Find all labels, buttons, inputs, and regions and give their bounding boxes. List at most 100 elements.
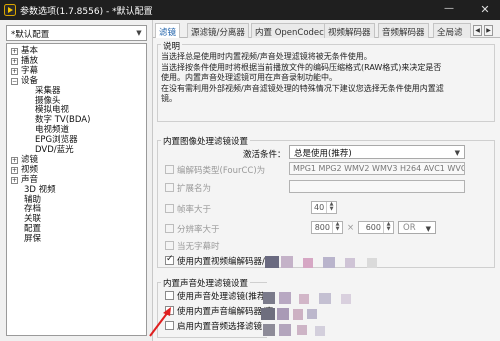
tree-expand-icon[interactable]: +	[11, 67, 18, 75]
blur-block	[261, 308, 275, 320]
tree-collapse-icon[interactable]: −	[11, 77, 18, 85]
tab-label: 源滤镜/分离器	[191, 28, 245, 38]
tree-item[interactable]: − 设备	[11, 76, 38, 86]
use-video-decoder-checkbox[interactable]	[165, 254, 174, 265]
framerate-checkbox[interactable]	[165, 204, 174, 213]
window-title: 参数选项(1.7.8556) - *默认配置	[20, 7, 153, 17]
blur-block	[319, 293, 331, 304]
tree-item[interactable]: 数字 TV(BDA)	[35, 115, 90, 125]
audio-opt2-label: 使用内置声音编解码器/声	[177, 307, 274, 317]
blur-block	[279, 292, 291, 304]
tab-global-filters[interactable]: 全局滤	[433, 23, 471, 38]
left-panel: *默认配置 ▼ + 基本 + 播放 + 字幕 − 设备 采集器 摄像头 模拟电视 数字 TV(BDA)…	[0, 20, 153, 341]
tree-item-label: 辅助	[24, 194, 42, 205]
blur-block	[293, 309, 303, 320]
activation-select[interactable]: 总是使用(推荐) ▼	[289, 145, 465, 159]
tree-item[interactable]: 采集器	[35, 86, 61, 96]
audio-opt2-checkbox[interactable]	[165, 306, 174, 315]
audio-opt1-checkbox[interactable]	[165, 291, 174, 300]
tree-item-label: 模拟电视	[35, 105, 70, 116]
blur-block	[279, 324, 291, 336]
tree-item-label: 摄像头	[35, 95, 61, 106]
tree-item[interactable]: 屏保	[11, 234, 41, 244]
scroll-right-icon[interactable]: ▶	[484, 25, 493, 36]
tree-item-label: 电视频道	[35, 125, 70, 136]
tree-item[interactable]: + 视频	[11, 165, 38, 175]
tree-item[interactable]: 摄像头	[35, 96, 61, 106]
profile-select-value: *默认配置	[11, 30, 50, 40]
spin-updown-icon[interactable]: ▲ ▼	[332, 222, 342, 233]
blur-block	[263, 292, 275, 304]
resolution-label: 分辨率大于	[177, 225, 220, 235]
blur-block	[367, 258, 377, 268]
right-panel: 滤镜 源滤镜/分离器 内置 OpenCodec 视频解码器 音频解码器 全局滤 …	[153, 20, 500, 341]
codec-type-input[interactable]: MPG1 MPG2 WMV2 WMV3 H264 AVC1 WVC1	[289, 162, 465, 175]
res-width-value: 800	[314, 223, 330, 232]
activation-value: 总是使用(推荐)	[294, 149, 352, 159]
tree-item[interactable]: 辅助	[11, 195, 41, 205]
tree-expand-icon[interactable]: +	[11, 48, 18, 55]
tree-item-label: 屏保	[24, 234, 42, 245]
res-mode-select[interactable]: OR ▼	[398, 221, 436, 234]
settings-tree[interactable]: + 基本 + 播放 + 字幕 − 设备 采集器 摄像头 模拟电视 数字 TV(BDA) 电视频道 EPG浏…	[6, 43, 147, 336]
dropdown-arrow-icon[interactable]: ▼	[135, 29, 143, 37]
blur-block	[299, 294, 309, 304]
resolution-checkbox[interactable]	[165, 224, 174, 233]
tree-item[interactable]: 模拟电视	[35, 105, 69, 115]
tree-item[interactable]: 配置	[11, 224, 41, 234]
tree-item[interactable]: + 声音	[11, 175, 38, 185]
tree-item[interactable]: DVD/蓝光	[35, 145, 74, 155]
scroll-left-icon[interactable]: ◀	[473, 25, 482, 36]
tree-expand-icon[interactable]: +	[11, 156, 18, 164]
tree-item-label: 配置	[24, 224, 42, 235]
blur-block	[303, 258, 313, 268]
tree-item[interactable]: 存档	[11, 204, 41, 214]
blur-block	[323, 257, 335, 268]
tree-item[interactable]: 3D 视频	[11, 185, 56, 195]
description-line: 镜。	[161, 94, 177, 103]
close-icon[interactable]: ✕	[476, 3, 494, 17]
blur-block	[345, 258, 355, 268]
tree-expand-icon[interactable]: +	[11, 166, 18, 174]
tree-item[interactable]: + 播放	[11, 56, 38, 66]
blur-block	[297, 325, 307, 335]
tree-item[interactable]: + 基本	[11, 46, 38, 56]
ext-checkbox[interactable]	[165, 183, 174, 192]
codec-type-checkbox[interactable]	[165, 165, 174, 174]
pixelated-overlay	[261, 252, 500, 341]
tree-expand-icon[interactable]: +	[11, 176, 18, 184]
tree-item[interactable]: 电视频道	[35, 125, 69, 135]
audio-opt3-checkbox[interactable]	[165, 321, 174, 330]
tab-label: 音频解码器	[382, 28, 425, 38]
codec-type-label: 编解码类型(FourCC)为	[177, 166, 266, 176]
profile-select[interactable]: *默认配置 ▼	[6, 25, 147, 41]
tree-item[interactable]: EPG浏览器	[35, 135, 78, 145]
tree-item-label: 滤镜	[21, 154, 39, 165]
no-subtitle-checkbox[interactable]	[165, 241, 174, 250]
spin-updown-icon[interactable]: ▲ ▼	[326, 202, 336, 213]
spin-updown-icon[interactable]: ▲ ▼	[383, 222, 393, 233]
tab-source-filters[interactable]: 源滤镜/分离器	[187, 23, 249, 38]
tree-item[interactable]: 关联	[11, 214, 41, 224]
tree-expand-icon[interactable]: +	[11, 57, 18, 65]
description-title: 说明	[161, 40, 183, 52]
tree-item-label: EPG浏览器	[35, 135, 78, 146]
res-times: ×	[347, 223, 355, 233]
use-video-decoder-label: 使用内置视频编解码器/图	[177, 257, 274, 267]
framerate-spinner[interactable]: 40 ▲ ▼	[311, 201, 337, 214]
res-height-spinner[interactable]: 600 ▲ ▼	[358, 221, 394, 234]
tab-filters[interactable]: 滤镜	[155, 23, 181, 38]
tree-item[interactable]: + 滤镜	[11, 155, 38, 165]
dropdown-arrow-icon: ▼	[454, 149, 460, 157]
tree-item[interactable]: + 字幕	[11, 66, 38, 76]
tree-item-label: 设备	[21, 75, 39, 86]
ext-input[interactable]	[289, 180, 465, 193]
tab-video-decoder[interactable]: 视频解码器	[324, 23, 375, 38]
minimize-icon[interactable]: —	[440, 3, 458, 17]
tab-opencodec[interactable]: 内置 OpenCodec	[251, 23, 328, 38]
tab-audio-decoder[interactable]: 音频解码器	[378, 23, 429, 38]
res-width-spinner[interactable]: 800 ▲ ▼	[311, 221, 343, 234]
tree-item-label: 视频	[21, 164, 39, 175]
tree-item-label: 存档	[24, 204, 42, 215]
tree-item-label: 播放	[21, 55, 39, 66]
